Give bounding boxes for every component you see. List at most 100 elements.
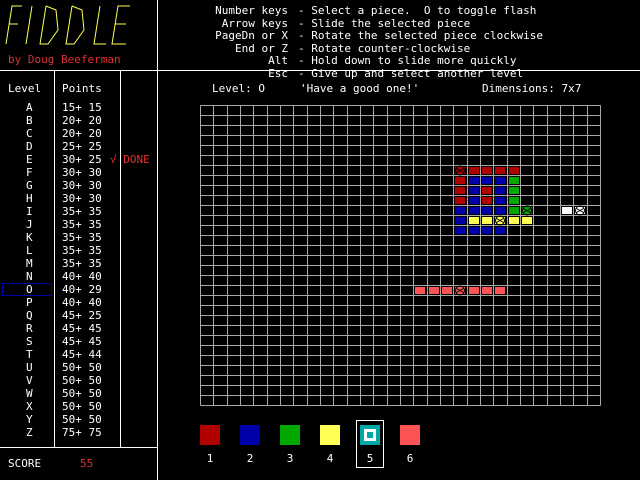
piece-cell-blue[interactable] — [495, 197, 505, 204]
level-points: 45+ 25 — [62, 309, 102, 322]
piece-cell-red[interactable] — [455, 177, 465, 184]
level-row[interactable]: U 50+ 50 — [0, 361, 157, 374]
level-letter: J — [26, 218, 33, 231]
piece-cell-salmon[interactable] — [442, 287, 452, 294]
piece-cell-blue[interactable] — [455, 227, 465, 234]
level-row[interactable]: B 20+ 20 — [0, 114, 157, 127]
piece-cell-yellow[interactable] — [482, 217, 492, 224]
level-row[interactable]: I 35+ 35 — [0, 205, 157, 218]
piece-cell-green[interactable] — [509, 197, 519, 204]
level-row[interactable]: E 30+ 25 √ DONE — [0, 153, 157, 166]
piece-cell-green[interactable] — [509, 177, 519, 184]
key-description: - Select a piece. O to toggle flash — [298, 4, 537, 17]
piece-cell-salmon[interactable] — [482, 287, 492, 294]
level-done-status: √ DONE — [110, 153, 150, 166]
level-row[interactable]: N 40+ 40 — [0, 270, 157, 283]
piece-cell-blue[interactable] — [469, 207, 479, 214]
piece-cell-salmon[interactable] — [415, 287, 425, 294]
piece-cell-blue[interactable] — [455, 207, 465, 214]
level-row[interactable]: T 45+ 44 — [0, 348, 157, 361]
piece-cell-green[interactable] — [509, 207, 519, 214]
level-row[interactable]: S 45+ 45 — [0, 335, 157, 348]
level-letter: T — [26, 348, 33, 361]
level-points: 30+ 30 — [62, 179, 102, 192]
piece-cell-blue[interactable] — [469, 177, 479, 184]
level-row[interactable]: C 20+ 20 — [0, 127, 157, 140]
piece-cell-salmon[interactable] — [495, 287, 505, 294]
level-row[interactable]: Q 45+ 25 — [0, 309, 157, 322]
piece-cell-red[interactable] — [495, 167, 505, 174]
palette-piece-6[interactable] — [400, 425, 420, 445]
level-letter: H — [26, 192, 33, 205]
points-column-header: Points — [62, 82, 102, 95]
piece-cell-blue[interactable] — [455, 217, 465, 224]
level-row[interactable]: A 15+ 15 — [0, 101, 157, 114]
level-row[interactable]: R 45+ 45 — [0, 322, 157, 335]
level-row[interactable]: G 30+ 30 — [0, 179, 157, 192]
level-points: 45+ 45 — [62, 322, 102, 335]
board-dimensions: Dimensions: 7x7 — [482, 82, 582, 95]
current-level: Level: O — [212, 82, 265, 95]
piece-cell-blue[interactable] — [495, 177, 505, 184]
level-row[interactable]: L 35+ 35 — [0, 244, 157, 257]
key-name: Number keys — [215, 4, 288, 17]
piece-cell-blue[interactable] — [469, 227, 479, 234]
piece-cell-yellow[interactable] — [522, 217, 532, 224]
piece-cell-red[interactable] — [509, 167, 519, 174]
level-letter: B — [26, 114, 33, 127]
palette-piece-4[interactable] — [320, 425, 340, 445]
palette-piece-1[interactable] — [200, 425, 220, 445]
piece-cell-green[interactable] — [509, 187, 519, 194]
level-letter: C — [26, 127, 33, 140]
piece-cell-blue[interactable] — [482, 227, 492, 234]
piece-cell-blue[interactable] — [469, 197, 479, 204]
piece-cell-red[interactable] — [482, 167, 492, 174]
level-row[interactable]: D 25+ 25 — [0, 140, 157, 153]
piece-cell-red[interactable] — [482, 197, 492, 204]
piece-cell-blue[interactable] — [469, 187, 479, 194]
level-row[interactable]: Y 50+ 50 — [0, 413, 157, 426]
piece-cell-red[interactable] — [482, 187, 492, 194]
level-letter: A — [26, 101, 33, 114]
level-row[interactable]: H 30+ 30 — [0, 192, 157, 205]
piece-cell-salmon[interactable] — [469, 287, 479, 294]
game-board[interactable] — [200, 105, 601, 406]
level-points: 40+ 40 — [62, 296, 102, 309]
piece-cell-blue[interactable] — [495, 227, 505, 234]
palette-number: 3 — [286, 452, 294, 465]
level-letter: E — [26, 153, 33, 166]
level-row[interactable]: M 35+ 35 — [0, 257, 157, 270]
level-row[interactable]: J 35+ 35 — [0, 218, 157, 231]
piece-cell-red[interactable] — [469, 167, 479, 174]
piece-cell-red[interactable] — [455, 187, 465, 194]
piece-cell-yellow[interactable] — [469, 217, 479, 224]
piece-cell-salmon[interactable] — [429, 287, 439, 294]
piece-cell-blue[interactable] — [495, 187, 505, 194]
palette-number: 4 — [326, 452, 334, 465]
level-points: 40+ 40 — [62, 270, 102, 283]
level-row[interactable]: Z 75+ 75 — [0, 426, 157, 439]
level-row[interactable]: F 30+ 30 — [0, 166, 157, 179]
palette-piece-3[interactable] — [280, 425, 300, 445]
level-row[interactable]: X 50+ 50 — [0, 400, 157, 413]
level-row[interactable]: W 50+ 50 — [0, 387, 157, 400]
piece-cell-white[interactable] — [562, 207, 572, 214]
piece-cell-red[interactable] — [455, 197, 465, 204]
level-row[interactable]: K 35+ 35 — [0, 231, 157, 244]
piece-cell-blue[interactable] — [482, 177, 492, 184]
piece-cell-blue[interactable] — [482, 207, 492, 214]
level-row[interactable]: V 50+ 50 — [0, 374, 157, 387]
level-row[interactable]: P 40+ 40 — [0, 296, 157, 309]
level-points: 45+ 45 — [62, 335, 102, 348]
palette-piece-5[interactable] — [360, 425, 380, 445]
level-letter: N — [26, 270, 33, 283]
level-points: 50+ 50 — [62, 413, 102, 426]
piece-cell-yellow[interactable] — [509, 217, 519, 224]
piece-cell-blue[interactable] — [495, 207, 505, 214]
palette-piece-2[interactable] — [240, 425, 260, 445]
level-letter: Y — [26, 413, 33, 426]
level-points: 40+ 29 — [62, 283, 102, 296]
key-name: Esc — [268, 66, 288, 80]
palette-number: 6 — [406, 452, 414, 465]
level-row[interactable]: O 40+ 29 — [0, 283, 157, 296]
